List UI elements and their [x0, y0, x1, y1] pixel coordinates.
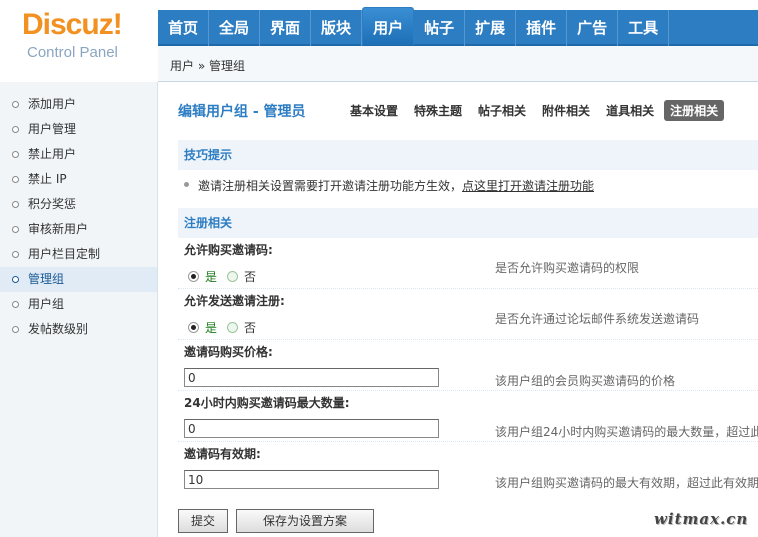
tips-header: 技巧提示: [178, 140, 758, 170]
page-title: 编辑用户组 - 管理员: [178, 104, 306, 120]
subtab-posts[interactable]: 帖子相关: [472, 100, 532, 121]
logo-brand: Discuz!: [22, 8, 123, 41]
logo: Discuz! Control Panel: [0, 0, 158, 82]
setting-allow-send: 允许发送邀请注册: 是 否 是否允许通过论坛邮件系统发送邀请码: [178, 289, 758, 340]
subtab-basic[interactable]: 基本设置: [344, 100, 404, 121]
section-header: 注册相关: [178, 208, 758, 238]
submit-button[interactable]: 提交: [178, 509, 228, 533]
title-bar: 编辑用户组 - 管理员 基本设置 特殊主题 帖子相关 附件相关 道具相关 注册相…: [178, 92, 758, 128]
tab-global[interactable]: 全局: [209, 10, 261, 46]
setting-label: 邀请码有效期:: [184, 447, 261, 461]
sidebar-item-ban-user[interactable]: 禁止用户: [0, 142, 157, 167]
tab-forums[interactable]: 版块: [311, 10, 363, 46]
setting-desc: 是否允许购买邀请码的权限: [495, 261, 640, 275]
sidebar-item-credits[interactable]: 积分奖惩: [0, 192, 157, 217]
tab-plugins[interactable]: 插件: [516, 10, 568, 46]
bullet-icon: [184, 182, 189, 187]
bullet-icon: [12, 276, 19, 283]
logo-subtitle: Control Panel: [27, 44, 118, 61]
sidebar-item-user-groups[interactable]: 用户组: [0, 292, 157, 317]
setting-label: 24小时内购买邀请码最大数量:: [184, 396, 350, 410]
expiry-input[interactable]: [184, 470, 439, 489]
price-input[interactable]: [184, 368, 439, 387]
setting-desc: 该用户组的会员购买邀请码的价格: [495, 374, 676, 388]
setting-desc: 是否允许通过论坛邮件系统发送邀请码: [495, 312, 700, 326]
breadcrumb: 用户 » 管理组: [170, 59, 245, 73]
sidebar-item-add-user[interactable]: 添加用户: [0, 92, 157, 117]
enable-invite-link[interactable]: 点这里打开邀请注册功能: [462, 179, 594, 193]
save-scheme-button[interactable]: 保存为设置方案: [236, 509, 374, 533]
max24-input[interactable]: [184, 419, 439, 438]
bullet-icon: [12, 126, 19, 133]
setting-label: 邀请码购买价格:: [184, 345, 273, 359]
sidebar-item-user-fields[interactable]: 用户栏目定制: [0, 242, 157, 267]
setting-max24: 24小时内购买邀请码最大数量: 该用户组24小时内购买邀请码的最大数量，超过此: [178, 391, 758, 442]
bullet-icon: [12, 326, 19, 333]
bullet-icon: [12, 201, 19, 208]
tab-posts[interactable]: 帖子: [414, 10, 466, 46]
sidebar-item-moderate-users[interactable]: 审核新用户: [0, 217, 157, 242]
sidebar-item-admin-groups[interactable]: 管理组: [0, 267, 157, 292]
allow-send-no-radio[interactable]: [227, 322, 239, 333]
sidebar-item-user-manage[interactable]: 用户管理: [0, 117, 157, 142]
tab-ads[interactable]: 广告: [567, 10, 619, 46]
setting-desc: 该用户组购买邀请码的最大有效期，超过此有效期: [495, 476, 758, 490]
setting-label: 允许购买邀请码:: [184, 243, 273, 257]
bullet-icon: [12, 251, 19, 258]
tab-users[interactable]: 用户: [362, 7, 415, 45]
tips-text: 邀请注册相关设置需要打开邀请注册功能方生效，: [198, 179, 463, 193]
subtab-registration[interactable]: 注册相关: [664, 100, 725, 121]
allow-send-yes-radio[interactable]: [188, 322, 199, 333]
bullet-icon: [12, 226, 19, 233]
top-nav: 首页 全局 界面 版块 用户 帖子 扩展 插件 广告 工具: [158, 7, 670, 46]
tab-home[interactable]: 首页: [158, 10, 210, 46]
sidebar-item-ban-ip[interactable]: 禁止 IP: [0, 167, 157, 192]
allow-buy-yes-radio[interactable]: [188, 271, 199, 282]
tab-interface[interactable]: 界面: [260, 10, 312, 46]
sidebar-item-post-ranks[interactable]: 发帖数级别: [0, 317, 157, 342]
sub-tabs: 基本设置 特殊主题 帖子相关 附件相关 道具相关 注册相关: [344, 100, 728, 121]
allow-buy-no-radio[interactable]: [227, 271, 239, 282]
bullet-icon: [12, 101, 19, 108]
tab-tools[interactable]: 工具: [618, 10, 670, 46]
breadcrumb-bar: 用户 » 管理组: [158, 46, 758, 82]
main-content: 编辑用户组 - 管理员 基本设置 特殊主题 帖子相关 附件相关 道具相关 注册相…: [178, 92, 758, 533]
bullet-icon: [12, 176, 19, 183]
watermark: witmax.cn: [654, 510, 749, 528]
subtab-attachments[interactable]: 附件相关: [536, 100, 596, 121]
setting-price: 邀请码购买价格: 该用户组的会员购买邀请码的价格: [178, 340, 758, 391]
setting-desc: 该用户组24小时内购买邀请码的最大数量，超过此: [495, 425, 758, 439]
bullet-icon: [12, 301, 19, 308]
sidebar: 添加用户 用户管理 禁止用户 禁止 IP 积分奖惩 审核新用户 用户栏目定制 管…: [0, 82, 158, 537]
subtab-special-threads[interactable]: 特殊主题: [408, 100, 468, 121]
subtab-magic[interactable]: 道具相关: [600, 100, 660, 121]
bullet-icon: [12, 151, 19, 158]
tab-extensions[interactable]: 扩展: [465, 10, 517, 46]
setting-allow-buy: 允许购买邀请码: 是 否 是否允许购买邀请码的权限: [178, 238, 758, 289]
setting-expiry: 邀请码有效期: 该用户组购买邀请码的最大有效期，超过此有效期: [178, 442, 758, 492]
tips-box: 邀请注册相关设置需要打开邀请注册功能方生效，点这里打开邀请注册功能: [178, 170, 758, 208]
form-buttons: 提交 保存为设置方案: [178, 509, 374, 533]
